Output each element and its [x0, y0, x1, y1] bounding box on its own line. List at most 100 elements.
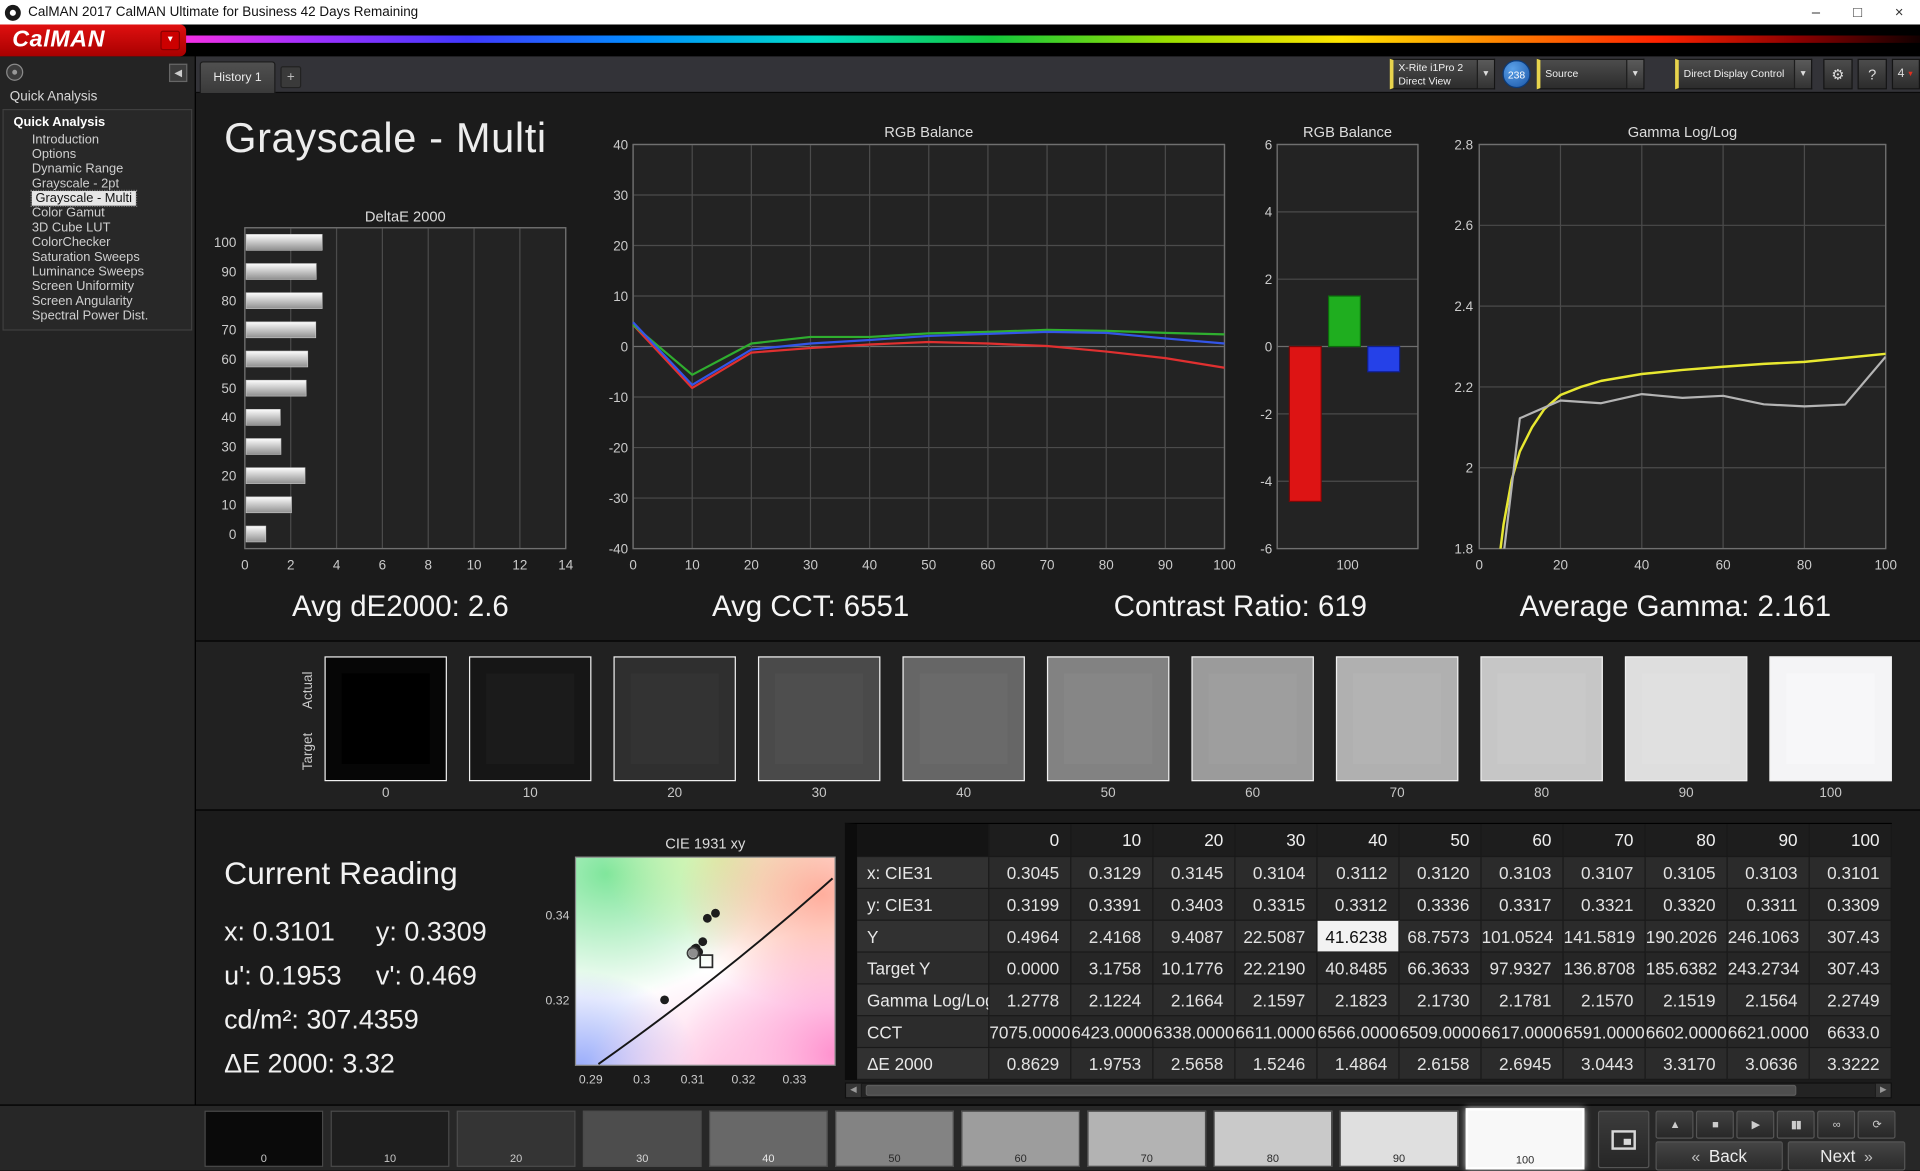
patch-button-80[interactable]: 80: [1213, 1111, 1332, 1167]
table-cell[interactable]: 6509.0000: [1400, 1016, 1482, 1048]
pattern-window-button[interactable]: [1598, 1111, 1649, 1169]
tab-history-1[interactable]: History 1: [200, 61, 276, 93]
table-cell[interactable]: 246.1063: [1728, 921, 1810, 953]
eject-button[interactable]: ▲: [1656, 1111, 1694, 1139]
table-cell[interactable]: 0.3199: [989, 889, 1071, 921]
table-cell[interactable]: 3.3222: [1810, 1048, 1892, 1080]
table-cell[interactable]: 0.3129: [1071, 857, 1153, 889]
table-cell[interactable]: 0.3336: [1400, 889, 1482, 921]
table-cell[interactable]: 0.3104: [1236, 857, 1318, 889]
notification-button[interactable]: 4 ▼: [1892, 59, 1920, 90]
table-cell[interactable]: 185.6382: [1646, 953, 1728, 985]
meter-dropdown[interactable]: X-Rite i1Pro 2 Direct View ▼: [1390, 59, 1495, 90]
table-cell[interactable]: 6633.0: [1810, 1016, 1892, 1048]
table-cell[interactable]: 0.4964: [989, 921, 1071, 953]
patch-button-10[interactable]: 10: [331, 1111, 450, 1167]
sidebar-item-quick-analysis[interactable]: Quick Analysis: [4, 114, 191, 132]
table-cell[interactable]: 1.2778: [989, 984, 1071, 1016]
table-cell[interactable]: 2.1664: [1153, 984, 1235, 1016]
play-button[interactable]: ▶: [1736, 1111, 1774, 1139]
maximize-button[interactable]: □: [1837, 0, 1879, 24]
table-cell[interactable]: 6591.0000: [1564, 1016, 1646, 1048]
sidebar-item-3d-cube-lut[interactable]: 3D Cube LUT: [4, 220, 191, 235]
close-button[interactable]: ×: [1878, 0, 1920, 24]
table-cell[interactable]: 0.3045: [989, 857, 1071, 889]
table-cell[interactable]: 66.3633: [1400, 953, 1482, 985]
next-button[interactable]: Next »: [1788, 1141, 1906, 1170]
table-cell[interactable]: 2.1519: [1646, 984, 1728, 1016]
back-button[interactable]: « Back: [1656, 1141, 1783, 1170]
sidebar-item-screen-uniformity[interactable]: Screen Uniformity: [4, 279, 191, 294]
table-cell[interactable]: 2.6158: [1400, 1048, 1482, 1080]
refresh-button[interactable]: ⟳: [1858, 1111, 1896, 1139]
sidebar-item-grayscale-multi[interactable]: Grayscale - Multi: [4, 191, 191, 206]
table-cell[interactable]: 2.1564: [1728, 984, 1810, 1016]
table-cell[interactable]: 243.2734: [1728, 953, 1810, 985]
table-cell[interactable]: 68.7573: [1400, 921, 1482, 953]
scrollbar-thumb[interactable]: [866, 1085, 1797, 1096]
table-cell[interactable]: 0.3103: [1728, 857, 1810, 889]
sidebar-item-luminance-sweeps[interactable]: Luminance Sweeps: [4, 264, 191, 279]
sidebar-item-saturation-sweeps[interactable]: Saturation Sweeps: [4, 250, 191, 265]
table-cell[interactable]: 0.3391: [1071, 889, 1153, 921]
patch-button-30[interactable]: 30: [583, 1111, 702, 1167]
table-cell[interactable]: 41.6238: [1318, 921, 1400, 953]
table-cell[interactable]: 0.3112: [1318, 857, 1400, 889]
table-cell[interactable]: 0.3321: [1564, 889, 1646, 921]
table-cell[interactable]: 2.1597: [1236, 984, 1318, 1016]
table-cell[interactable]: 0.3145: [1153, 857, 1235, 889]
sidebar-menu-button[interactable]: [6, 64, 23, 81]
patch-button-20[interactable]: 20: [457, 1111, 576, 1167]
table-cell[interactable]: 3.0443: [1564, 1048, 1646, 1080]
table-cell[interactable]: 0.3309: [1810, 889, 1892, 921]
table-cell[interactable]: 101.0524: [1482, 921, 1564, 953]
table-cell[interactable]: 0.3320: [1646, 889, 1728, 921]
scrollbar-track[interactable]: [862, 1084, 1875, 1097]
table-cell[interactable]: 307.43: [1810, 953, 1892, 985]
table-cell[interactable]: 1.9753: [1071, 1048, 1153, 1080]
table-cell[interactable]: 136.8708: [1564, 953, 1646, 985]
logo-menu-caret[interactable]: ▼: [160, 31, 180, 51]
sidebar-collapse-button[interactable]: ◀: [169, 64, 187, 82]
table-cell[interactable]: 7075.0000: [989, 1016, 1071, 1048]
sidebar-item-options[interactable]: Options: [4, 147, 191, 162]
table-cell[interactable]: 6338.0000: [1153, 1016, 1235, 1048]
continuous-button[interactable]: ∞: [1817, 1111, 1855, 1139]
sidebar-item-screen-angularity[interactable]: Screen Angularity: [4, 294, 191, 309]
table-cell[interactable]: 0.3103: [1482, 857, 1564, 889]
table-cell[interactable]: 0.3105: [1646, 857, 1728, 889]
table-cell[interactable]: 6566.0000: [1318, 1016, 1400, 1048]
patch-button-100[interactable]: 100: [1466, 1108, 1585, 1169]
table-cell[interactable]: 307.43: [1810, 921, 1892, 953]
table-cell[interactable]: 2.4168: [1071, 921, 1153, 953]
pause-button[interactable]: ▮▮: [1777, 1111, 1815, 1139]
table-cell[interactable]: 1.5246: [1236, 1048, 1318, 1080]
table-cell[interactable]: 0.3403: [1153, 889, 1235, 921]
sidebar-item-grayscale-2pt[interactable]: Grayscale - 2pt: [4, 176, 191, 191]
table-cell[interactable]: 6611.0000: [1236, 1016, 1318, 1048]
table-cell[interactable]: 0.3101: [1810, 857, 1892, 889]
patch-button-60[interactable]: 60: [961, 1111, 1080, 1167]
table-cell[interactable]: 1.4864: [1318, 1048, 1400, 1080]
table-scrollbar[interactable]: ◀ ▶: [845, 1082, 1892, 1098]
sidebar-item-dynamic-range[interactable]: Dynamic Range: [4, 162, 191, 177]
patch-button-40[interactable]: 40: [709, 1111, 828, 1167]
table-cell[interactable]: 6602.0000: [1646, 1016, 1728, 1048]
scroll-right-icon[interactable]: ▶: [1875, 1084, 1891, 1097]
calman-logo[interactable]: CalMAN ▼: [0, 24, 186, 56]
chevron-down-icon[interactable]: ▼: [1626, 60, 1643, 88]
table-cell[interactable]: 141.5819: [1564, 921, 1646, 953]
patch-button-0[interactable]: 0: [204, 1111, 323, 1167]
table-cell[interactable]: 2.6945: [1482, 1048, 1564, 1080]
table-cell[interactable]: 2.1224: [1071, 984, 1153, 1016]
source-dropdown[interactable]: Source ▼: [1537, 59, 1645, 90]
minimize-button[interactable]: –: [1795, 0, 1837, 24]
table-cell[interactable]: 40.8485: [1318, 953, 1400, 985]
table-cell[interactable]: 6423.0000: [1071, 1016, 1153, 1048]
table-cell[interactable]: 0.3311: [1728, 889, 1810, 921]
table-cell[interactable]: 0.3107: [1564, 857, 1646, 889]
table-cell[interactable]: 2.5658: [1153, 1048, 1235, 1080]
table-cell[interactable]: 3.1758: [1071, 953, 1153, 985]
table-cell[interactable]: 0.0000: [989, 953, 1071, 985]
table-cell[interactable]: 6621.0000: [1728, 1016, 1810, 1048]
